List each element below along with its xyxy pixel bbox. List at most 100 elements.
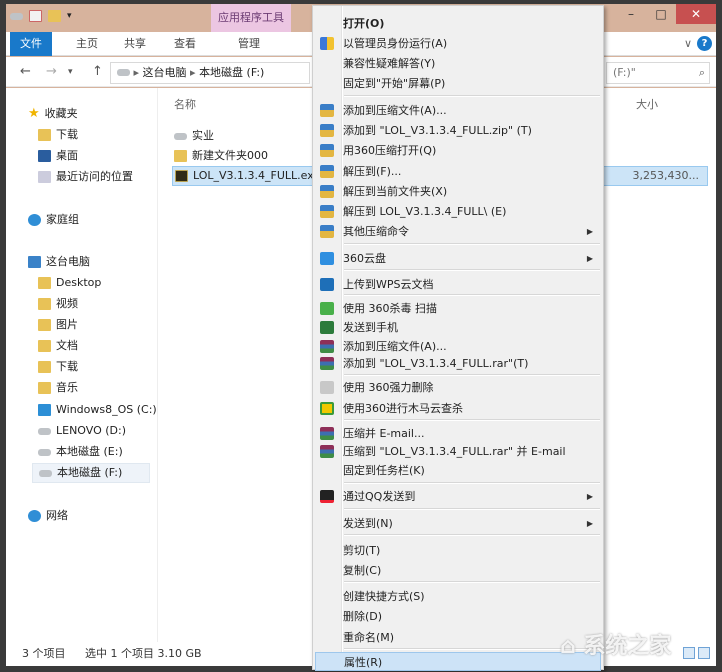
menu-item[interactable]: 固定到任务栏(K) bbox=[315, 461, 601, 480]
address-input[interactable]: ▸ 这台电脑 ▸ 本地磁盘 (F:) bbox=[110, 62, 310, 84]
menu-item[interactable]: 以管理员身份运行(A) bbox=[315, 34, 601, 53]
menu-item[interactable]: 重命名(M) bbox=[315, 628, 601, 647]
column-header-name[interactable]: 名称 bbox=[174, 96, 196, 112]
file-item[interactable]: 实业 bbox=[174, 126, 214, 146]
menu-item[interactable]: 打开(O) bbox=[315, 14, 601, 33]
drive-icon bbox=[38, 448, 51, 456]
item-count: 3 个项目 bbox=[22, 647, 66, 660]
menu-item[interactable]: 创建快捷方式(S) bbox=[315, 587, 601, 606]
sidebar-item-drive-f[interactable]: 本地磁盘 (F:) bbox=[32, 463, 150, 483]
breadcrumb-this-pc[interactable]: 这台电脑 bbox=[143, 66, 187, 79]
recent-places-icon bbox=[38, 171, 51, 183]
sidebar-item-music[interactable]: 音乐 bbox=[38, 378, 78, 398]
expand-ribbon-icon[interactable]: ∨ bbox=[684, 37, 692, 50]
menu-item[interactable]: 解压到 LOL_V3.1.3.4_FULL\ (E) bbox=[315, 202, 601, 221]
forward-button[interactable]: → bbox=[46, 64, 57, 79]
menu-separator bbox=[344, 294, 600, 296]
sidebar-item-pictures[interactable]: 图片 bbox=[38, 315, 78, 335]
submenu-arrow-icon: ▶ bbox=[586, 492, 593, 501]
tab-share[interactable]: 共享 bbox=[114, 32, 156, 56]
menu-item[interactable]: 发送到手机 bbox=[315, 318, 601, 337]
drive-icon bbox=[38, 427, 51, 435]
menu-item[interactable]: 发送到(N) ▶ bbox=[315, 514, 601, 533]
menu-item[interactable]: 添加到 "LOL_V3.1.3.4_FULL.zip" (T) bbox=[315, 121, 601, 140]
sidebar-network[interactable]: 网络 bbox=[28, 506, 68, 526]
sidebar-item-desktop-pc[interactable]: Desktop bbox=[38, 273, 101, 293]
search-icon[interactable]: ⌕ bbox=[699, 63, 705, 83]
search-input[interactable]: (F:)" ⌕ bbox=[606, 62, 710, 84]
quick-access-toolbar: ▾ bbox=[10, 10, 72, 22]
sidebar-homegroup[interactable]: 家庭组 bbox=[28, 210, 79, 230]
submenu-arrow-icon: ▶ bbox=[586, 519, 593, 528]
rar-icon bbox=[320, 445, 334, 458]
recent-locations-icon[interactable]: ▾ bbox=[68, 67, 73, 77]
menu-item[interactable]: 使用 360杀毒 扫描 bbox=[315, 299, 601, 318]
menu-item-label: 上传到WPS云文档 bbox=[343, 278, 434, 291]
menu-item[interactable]: 压缩到 "LOL_V3.1.3.4_FULL.rar" 并 E-mail bbox=[315, 442, 601, 461]
selection-info: 选中 1 个项目 3.10 GB bbox=[85, 647, 202, 660]
menu-item[interactable]: 用360压缩打开(Q) bbox=[315, 141, 601, 160]
maximize-button[interactable]: □ bbox=[646, 4, 676, 24]
sidebar-item-recent[interactable]: 最近访问的位置 bbox=[38, 167, 133, 187]
sidebar-item-videos[interactable]: 视频 bbox=[38, 294, 78, 314]
menu-item[interactable]: 属性(R) bbox=[315, 652, 601, 671]
sidebar-item-downloads-pc[interactable]: 下载 bbox=[38, 357, 78, 377]
menu-item[interactable]: 添加到压缩文件(A)... bbox=[315, 101, 601, 120]
menu-item[interactable]: 360云盘 ▶ bbox=[315, 249, 601, 268]
context-tab-app-tools[interactable]: 应用程序工具 bbox=[211, 4, 291, 32]
tab-file[interactable]: 文件 bbox=[10, 32, 52, 56]
menu-item[interactable]: 使用360进行木马云查杀 bbox=[315, 399, 601, 418]
back-button[interactable]: ← bbox=[20, 64, 31, 79]
details-view-button[interactable] bbox=[683, 647, 695, 659]
menu-item[interactable]: 压缩并 E-mail... bbox=[315, 424, 601, 443]
sidebar-item-drive-e[interactable]: 本地磁盘 (E:) bbox=[38, 442, 123, 462]
zip-icon bbox=[320, 124, 334, 137]
tab-home[interactable]: 主页 bbox=[66, 32, 108, 56]
minimize-button[interactable]: – bbox=[616, 4, 646, 24]
menu-item[interactable]: 通过QQ发送到 ▶ bbox=[315, 487, 601, 506]
folder-icon bbox=[38, 361, 51, 373]
new-folder-icon[interactable] bbox=[48, 10, 61, 22]
menu-item[interactable]: 固定到"开始"屏幕(P) bbox=[315, 74, 601, 93]
sidebar-item-drive-d[interactable]: LENOVO (D:) bbox=[38, 421, 126, 441]
up-button[interactable]: ↑ bbox=[92, 64, 103, 79]
sidebar-item-desktop[interactable]: 桌面 bbox=[38, 146, 78, 166]
menu-item[interactable]: 添加到 "LOL_V3.1.3.4_FULL.rar"(T) bbox=[315, 354, 601, 373]
menu-item[interactable]: 解压到当前文件夹(X) bbox=[315, 182, 601, 201]
menu-item[interactable]: 其他压缩命令 ▶ bbox=[315, 222, 601, 241]
close-button[interactable]: ✕ bbox=[676, 4, 716, 24]
menu-item[interactable]: 复制(C) bbox=[315, 561, 601, 580]
menu-item[interactable]: 兼容性疑难解答(Y) bbox=[315, 54, 601, 73]
tab-manage[interactable]: 管理 bbox=[228, 32, 270, 56]
menu-separator bbox=[344, 581, 600, 583]
large-icons-view-button[interactable] bbox=[698, 647, 710, 659]
menu-item[interactable]: 解压到(F)... bbox=[315, 162, 601, 181]
sidebar-item-documents[interactable]: 文档 bbox=[38, 336, 78, 356]
tab-view[interactable]: 查看 bbox=[164, 32, 206, 56]
menu-item-label: 发送到(N) bbox=[343, 517, 393, 530]
folder-icon bbox=[38, 319, 51, 331]
menu-separator bbox=[344, 243, 600, 245]
menu-item[interactable]: 剪切(T) bbox=[315, 541, 601, 560]
menu-item[interactable]: 使用 360强力删除 bbox=[315, 378, 601, 397]
menu-item-label: 创建快捷方式(S) bbox=[343, 590, 425, 603]
help-icon[interactable]: ? bbox=[697, 36, 712, 51]
av-icon bbox=[320, 302, 334, 315]
star-icon: ★ bbox=[28, 106, 40, 121]
sidebar-item-downloads[interactable]: 下载 bbox=[38, 125, 78, 145]
windows-drive-icon bbox=[38, 404, 51, 416]
column-header-size[interactable]: 大小 bbox=[636, 96, 658, 112]
menu-item[interactable]: 删除(D) bbox=[315, 607, 601, 626]
folder-icon bbox=[38, 277, 51, 289]
sidebar-this-pc[interactable]: 这台电脑 bbox=[28, 252, 90, 272]
menu-item-label: 打开(O) bbox=[343, 17, 385, 30]
customize-dropdown-icon[interactable]: ▾ bbox=[67, 11, 72, 21]
sidebar-item-drive-c[interactable]: Windows8_OS (C:) bbox=[38, 400, 157, 420]
menu-item[interactable]: 上传到WPS云文档 bbox=[315, 275, 601, 294]
sidebar-favorites[interactable]: ★ 收藏夹 bbox=[28, 104, 78, 124]
menu-separator bbox=[344, 482, 600, 484]
properties-icon[interactable] bbox=[29, 10, 42, 22]
file-item[interactable]: 新建文件夹000 bbox=[174, 146, 268, 166]
breadcrumb-drive-f[interactable]: 本地磁盘 (F:) bbox=[199, 66, 264, 79]
menu-separator bbox=[344, 269, 600, 271]
